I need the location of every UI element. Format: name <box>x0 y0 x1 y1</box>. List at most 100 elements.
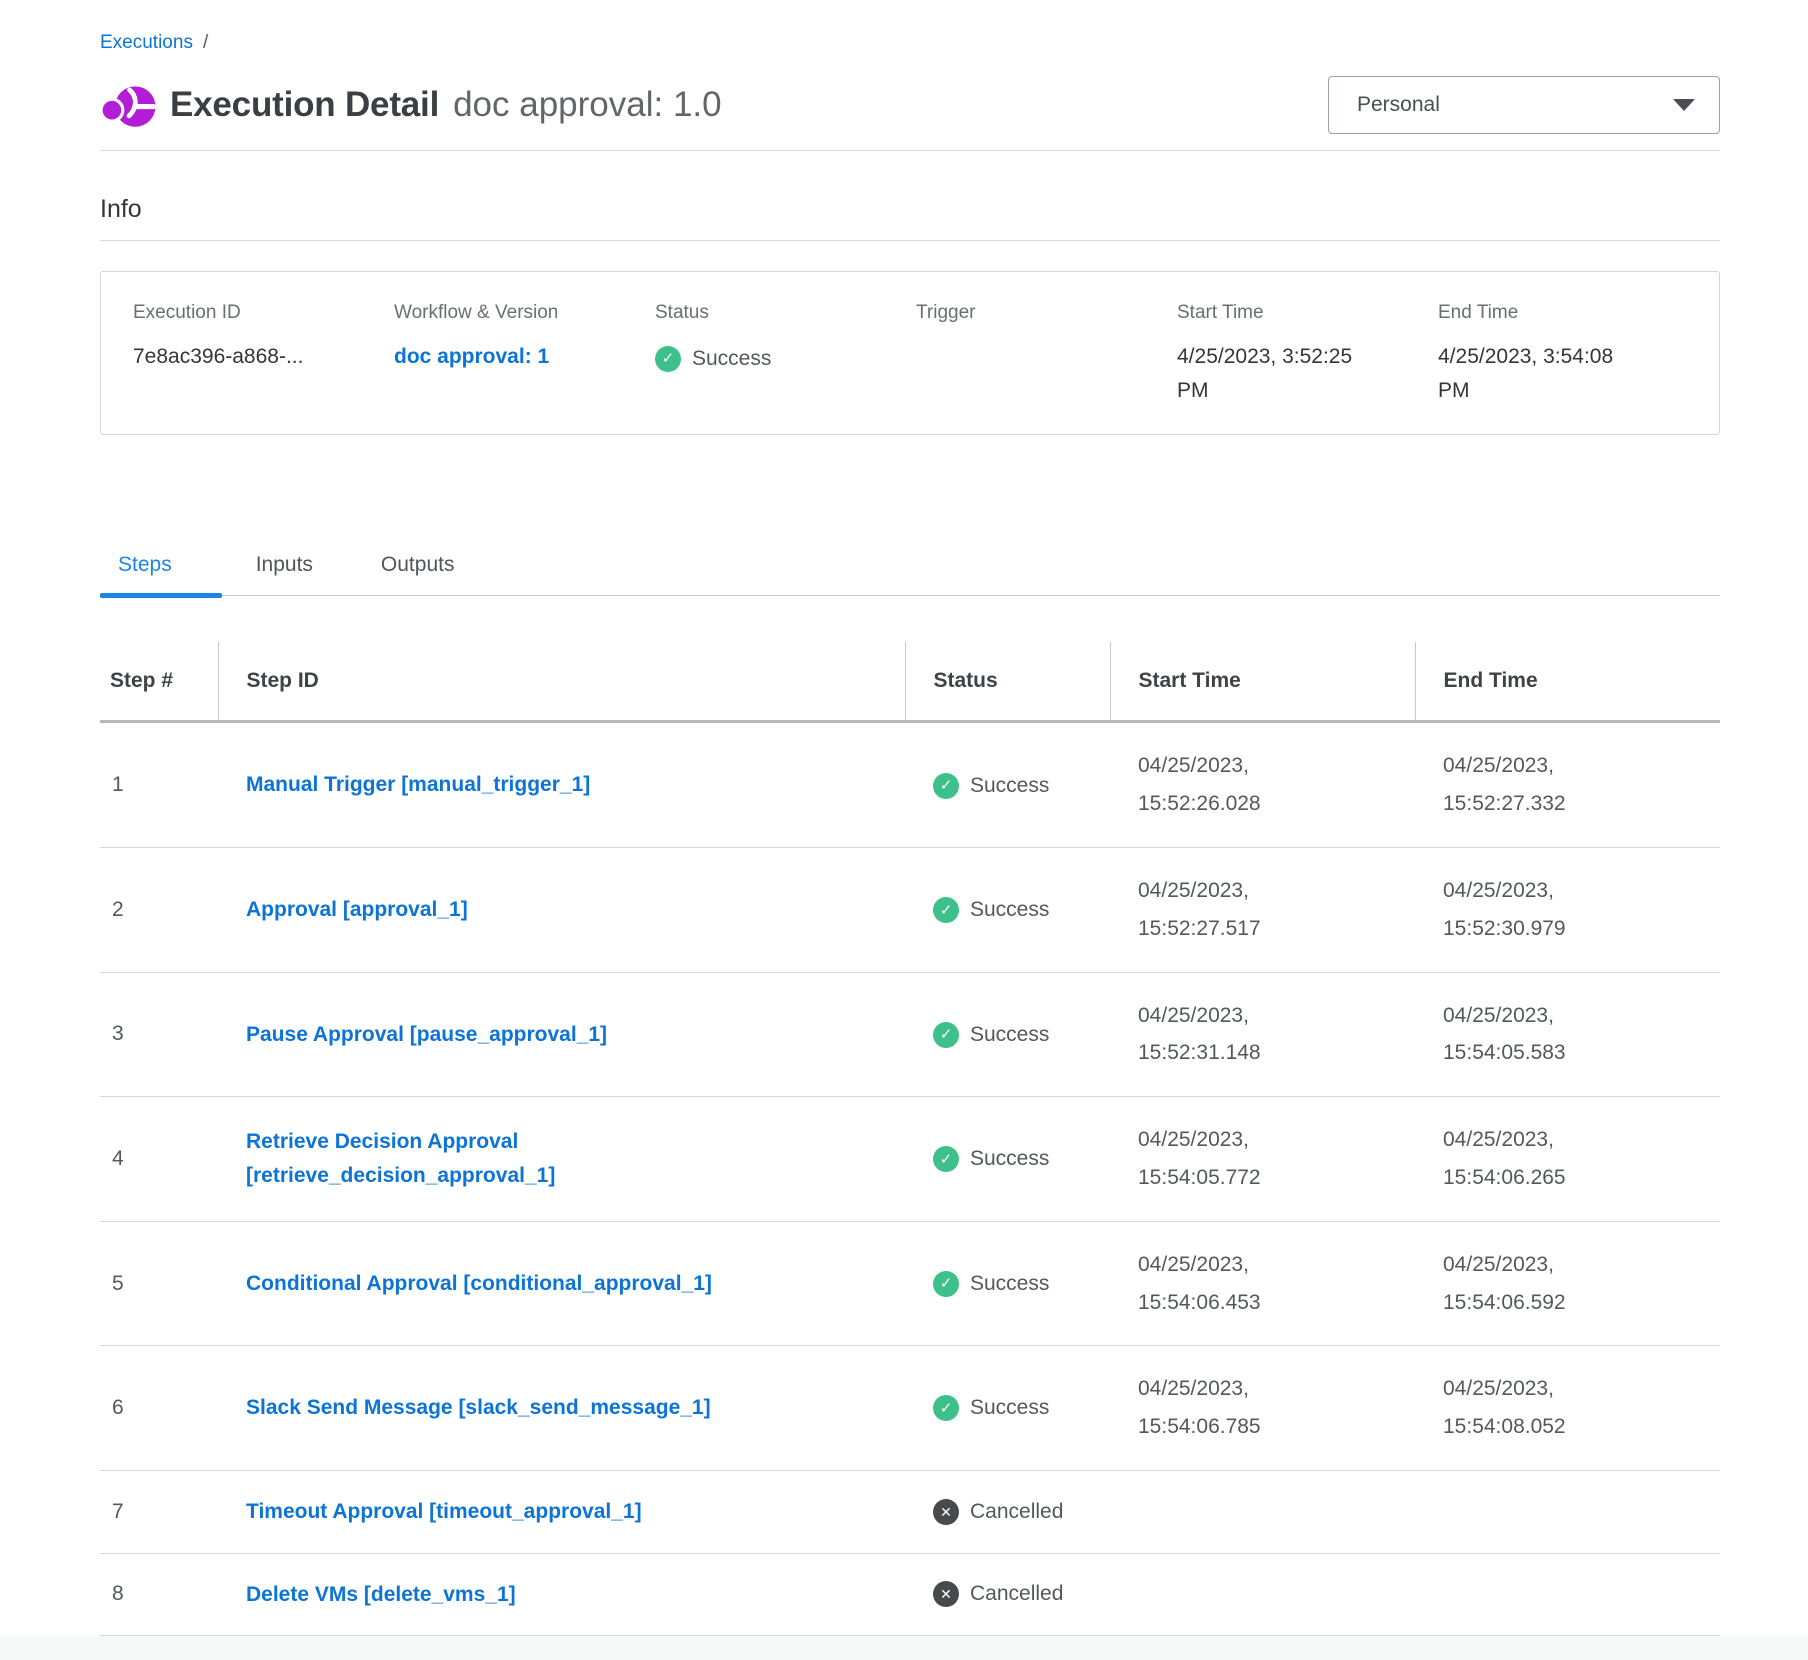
check-icon: ✓ <box>933 897 959 923</box>
table-row: 6 Slack Send Message [slack_send_message… <box>100 1346 1720 1471</box>
start-time-cell: 04/25/2023, 15:54:06.785 <box>1110 1346 1415 1471</box>
scope-dropdown-value: Personal <box>1357 93 1440 117</box>
start-time-value: 4/25/2023, 3:52:25 PM <box>1177 340 1367 408</box>
step-link[interactable]: Retrieve Decision Approval [retrieve_dec… <box>246 1125 791 1192</box>
page-title: Execution Detail <box>170 85 439 125</box>
status-text: Success <box>970 898 1049 922</box>
execution-detail-page: Executions / Execution Detail doc approv… <box>0 32 1808 1636</box>
steps-table: Step # Step ID Status Start Time End Tim… <box>100 642 1720 1636</box>
info-label: Workflow & Version <box>394 302 655 324</box>
page-header: Execution Detail doc approval: 1.0 Perso… <box>100 76 1720 134</box>
status-badge: ✓ Success <box>933 1146 1049 1172</box>
end-time-cell: 04/25/2023, 15:52:27.332 <box>1415 722 1720 848</box>
table-row: 1 Manual Trigger [manual_trigger_1] ✓ Suc… <box>100 722 1720 848</box>
step-number: 4 <box>100 1097 218 1222</box>
end-time-cell <box>1415 1553 1720 1636</box>
info-field-status: Status ✓ Success <box>655 302 916 408</box>
table-row: 4 Retrieve Decision Approval [retrieve_d… <box>100 1097 1720 1222</box>
info-field-trigger: Trigger <box>916 302 1177 408</box>
start-time-cell: 04/25/2023, 15:52:26.028 <box>1110 722 1415 848</box>
table-row: 7 Timeout Approval [timeout_approval_1] … <box>100 1471 1720 1554</box>
info-divider <box>100 240 1720 241</box>
breadcrumb-separator: / <box>203 32 208 54</box>
status-badge: ✓Success <box>933 1395 1049 1421</box>
status-badge: ✓ Success <box>933 1271 1049 1297</box>
scope-dropdown[interactable]: Personal <box>1328 76 1720 134</box>
column-header-step-id: Step ID <box>218 642 905 722</box>
breadcrumb-link-executions[interactable]: Executions <box>100 32 193 54</box>
start-time-cell: 04/25/2023, 15:54:05.772 <box>1110 1097 1415 1222</box>
status-badge: ✓ Success <box>933 773 1049 799</box>
check-icon: ✓ <box>655 346 681 372</box>
start-time-cell: 04/25/2023, 15:52:27.517 <box>1110 848 1415 973</box>
page-subtitle: doc approval: 1.0 <box>453 85 722 125</box>
status-badge: ✕Cancelled <box>933 1499 1063 1525</box>
start-time-cell <box>1110 1471 1415 1554</box>
info-heading: Info <box>100 195 1720 224</box>
step-link[interactable]: Conditional Approval [conditional_approv… <box>246 1267 712 1301</box>
check-icon: ✓ <box>933 773 959 799</box>
status-text: Success <box>692 342 771 376</box>
step-link[interactable]: Delete VMs [delete_vms_1] <box>246 1578 516 1612</box>
column-header-step-number: Step # <box>100 642 218 722</box>
info-field-execution-id: Execution ID 7e8ac396-a868-... <box>133 302 394 408</box>
step-number: 3 <box>100 972 218 1097</box>
step-number: 1 <box>100 722 218 848</box>
status-badge: ✓ Success <box>655 342 771 376</box>
header-divider <box>100 150 1720 151</box>
status-text: Success <box>970 1272 1049 1296</box>
chevron-down-icon <box>1673 99 1695 111</box>
end-time-cell: 04/25/2023, 15:54:06.592 <box>1415 1221 1720 1346</box>
tab-bar: Steps Inputs Outputs <box>100 553 1720 596</box>
breadcrumb: Executions / <box>100 32 1720 54</box>
workflow-icon <box>100 77 156 133</box>
end-time-cell: 04/25/2023, 15:52:30.979 <box>1415 848 1720 973</box>
info-label: Trigger <box>916 302 1177 324</box>
end-time-value: 4/25/2023, 3:54:08 PM <box>1438 340 1628 408</box>
status-text: Success <box>970 1023 1049 1047</box>
table-row: 8 Delete VMs [delete_vms_1] ✕Cancelled <box>100 1553 1720 1636</box>
step-link[interactable]: Approval [approval_1] <box>246 893 468 927</box>
info-card: Execution ID 7e8ac396-a868-... Workflow … <box>100 271 1720 435</box>
tab-outputs[interactable]: Outputs <box>347 553 489 595</box>
step-number: 8 <box>100 1553 218 1636</box>
check-icon: ✓ <box>933 1271 959 1297</box>
execution-id-value: 7e8ac396-a868-... <box>133 340 394 374</box>
step-link[interactable]: Manual Trigger [manual_trigger_1] <box>246 768 590 802</box>
workflow-version-link[interactable]: doc approval: 1 <box>394 345 549 368</box>
page-bottom-strip <box>0 1636 1808 1660</box>
tab-steps[interactable]: Steps <box>100 553 222 595</box>
step-link[interactable]: Pause Approval [pause_approval_1] <box>246 1018 607 1052</box>
table-row: 3 Pause Approval [pause_approval_1] ✓ Suc… <box>100 972 1720 1097</box>
tab-inputs[interactable]: Inputs <box>222 553 347 595</box>
column-header-end-time: End Time <box>1415 642 1720 722</box>
start-time-cell: 04/25/2023, 15:54:06.453 <box>1110 1221 1415 1346</box>
step-number: 2 <box>100 848 218 973</box>
step-number: 5 <box>100 1221 218 1346</box>
status-text: Success <box>970 1147 1049 1171</box>
end-time-cell: 04/25/2023, 15:54:06.265 <box>1415 1097 1720 1222</box>
info-field-start-time: Start Time 4/25/2023, 3:52:25 PM <box>1177 302 1438 408</box>
table-header-row: Step # Step ID Status Start Time End Tim… <box>100 642 1720 722</box>
info-field-end-time: End Time 4/25/2023, 3:54:08 PM <box>1438 302 1687 408</box>
end-time-cell: 04/25/2023, 15:54:08.052 <box>1415 1346 1720 1471</box>
cancel-icon: ✕ <box>933 1581 959 1607</box>
status-badge: ✕Cancelled <box>933 1581 1063 1607</box>
status-text: Cancelled <box>970 1500 1063 1524</box>
status-badge: ✓ Success <box>933 1022 1049 1048</box>
info-label: Execution ID <box>133 302 394 324</box>
start-time-cell <box>1110 1553 1415 1636</box>
info-label: End Time <box>1438 302 1687 324</box>
status-text: Success <box>970 1396 1049 1420</box>
step-link[interactable]: Slack Send Message [slack_send_message_1… <box>246 1391 711 1425</box>
check-icon: ✓ <box>933 1022 959 1048</box>
status-text: Success <box>970 774 1049 798</box>
status-badge: ✓ Success <box>933 897 1049 923</box>
check-icon: ✓ <box>933 1146 959 1172</box>
table-row: 2 Approval [approval_1] ✓ Success 04/25/2… <box>100 848 1720 973</box>
info-label: Status <box>655 302 916 324</box>
step-number: 6 <box>100 1346 218 1471</box>
table-row: 5 Conditional Approval [conditional_appr… <box>100 1221 1720 1346</box>
step-link[interactable]: Timeout Approval [timeout_approval_1] <box>246 1495 642 1529</box>
column-header-start-time: Start Time <box>1110 642 1415 722</box>
